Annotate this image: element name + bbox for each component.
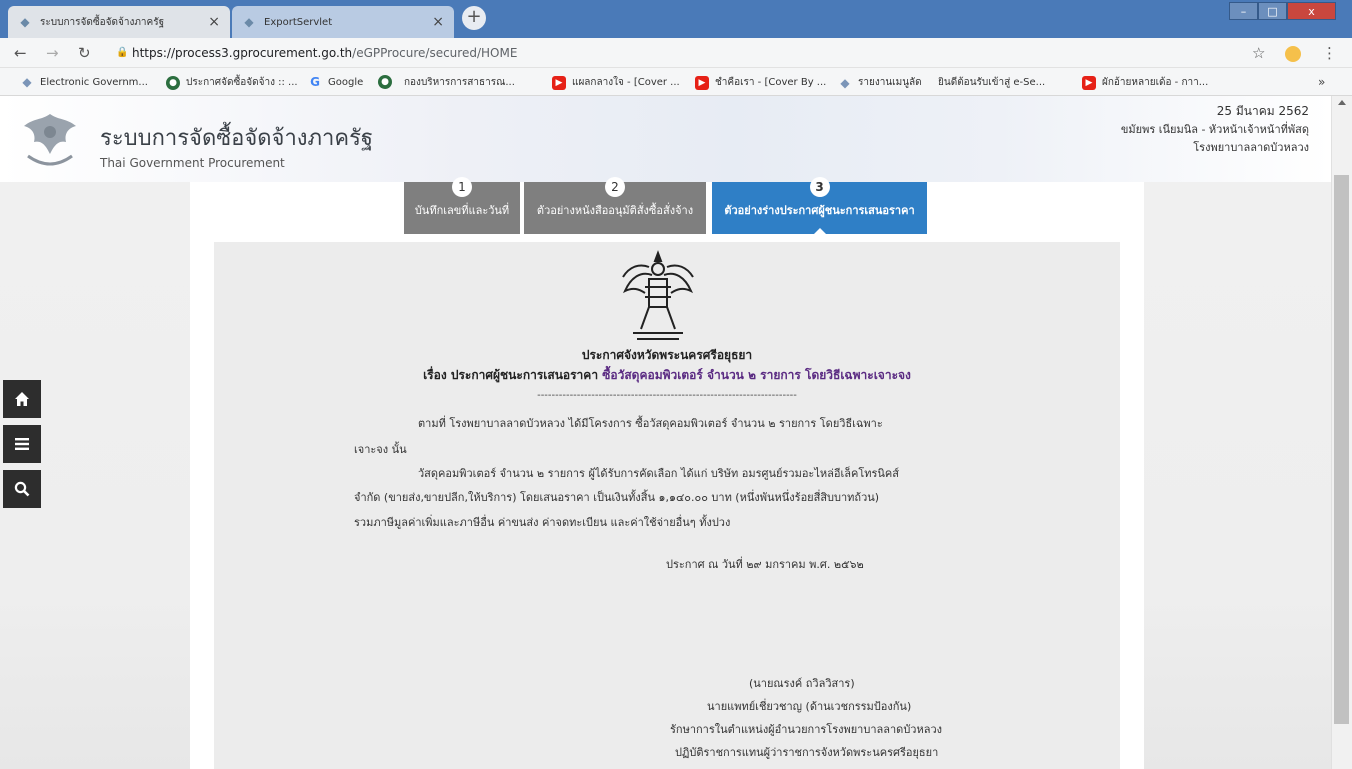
paragraph-1-line-2: เจาะจง นั้น [354, 443, 407, 456]
youtube-icon: ▶ [1082, 75, 1096, 90]
bookmark-item[interactable]: ▶ ผักอ้ายหลายเด้อ - กาา... [1082, 75, 1208, 90]
step-label: บันทึกเลขที่และวันที่ [414, 204, 510, 217]
site-title: ระบบการจัดซื้อจัดจ้างภาครัฐ [100, 126, 374, 151]
paragraph-2-line-2: จำกัด (ขายส่ง,ขายปลีก,ให้บริการ) โดยเสนอ… [354, 491, 880, 504]
document-title: ประกาศจังหวัดพระนครศรีอยุธยา [581, 348, 753, 362]
tab-title: ExportServlet [264, 16, 333, 28]
back-arrow-icon[interactable]: ← [14, 44, 27, 62]
address-bar: ← → ↻ 🔒 https://process3.gprocurement.go… [0, 38, 1352, 68]
signer-position-2: รักษาการในตำแหน่งผู้อำนวยการโรงพยาบาลลาด… [670, 723, 943, 736]
paragraph-2-line-1: วัสดุคอมพิวเตอร์ จำนวน ๒ รายการ ผู้ได้รั… [418, 467, 899, 480]
subject-prefix: เรื่อง ประกาศผู้ชนะการเสนอราคา [423, 368, 599, 382]
bookmark-label: ยินดีต้อนรับเข้าสู่ e-Se... [938, 77, 1046, 88]
search-button[interactable] [3, 470, 41, 508]
announce-date: ประกาศ ณ วันที่ ๒๙ มกราคม พ.ศ. ๒๕๖๒ [666, 558, 864, 571]
bookmark-item[interactable]: ▯กองบริหารการสาธารณ... [404, 75, 632, 331]
home-icon [15, 392, 29, 406]
home-button[interactable] [3, 380, 41, 418]
bookmark-label: ผักอ้ายหลายเด้อ - กาา... [1102, 77, 1209, 88]
lock-icon: 🔒 [116, 47, 129, 58]
header-org: โรงพยาบาลลาดบัวหลวง [1193, 141, 1309, 154]
site-subtitle: Thai Government Procurement [100, 156, 285, 170]
step-number: 1 [452, 177, 472, 197]
bookmark-item[interactable]: ◆ Electronic Governm... [20, 75, 148, 89]
gov-seal-icon: ● [166, 75, 180, 90]
youtube-icon: ▶ [552, 75, 566, 90]
reload-icon[interactable]: ↻ [78, 44, 91, 62]
subject-highlight: ซื้อวัสดุคอมพิวเตอร์ จำนวน ๒ รายการ โดยว… [602, 368, 911, 382]
scrollbar-thumb[interactable] [1334, 175, 1349, 724]
bookmark-item[interactable]: ● [378, 75, 398, 89]
bookmark-item[interactable]: ◆ รายงานเมนูลัด [838, 75, 922, 90]
browser-tab-active[interactable]: ◆ ระบบการจัดซื้อจัดจ้างภาครัฐ × [8, 6, 230, 38]
step-label: ตัวอย่างร่างประกาศผู้ชนะการเสนอราคา [724, 204, 915, 217]
profile-avatar[interactable] [1285, 46, 1301, 62]
bookmark-star-icon[interactable]: ☆ [1252, 44, 1265, 62]
google-icon: G [310, 75, 320, 89]
header-user: ขมัยพร เนียมนิล - หัวหน้าเจ้าหน้าที่พัสด… [1120, 123, 1309, 136]
step-2-button[interactable]: 2 ตัวอย่างหนังสืออนุมัติสั่งซื้อสั่งจ้าง [524, 177, 706, 234]
signer-position-1: นายแพทย์เชี่ยวชาญ (ด้านเวชกรรมป้องกัน) [707, 700, 912, 713]
tab-title: ระบบการจัดซื้อจัดจ้างภาครัฐ [40, 16, 165, 28]
paragraph-1-line-1: ตามที่ โรงพยาบาลลาดบัวหลวง ได้มีโครงการ … [418, 417, 883, 430]
window-close-button[interactable]: x [1287, 2, 1336, 20]
bookmark-label: กองบริหารการสาธารณ... [404, 77, 515, 88]
paragraph-2-line-3: รวมภาษีมูลค่าเพิ่มและภาษีอื่น ค่าขนส่ง ค… [354, 516, 731, 529]
announcement-document: ประกาศจังหวัดพระนครศรีอยุธยา เรื่อง ประก… [214, 242, 1120, 769]
browser-tab-bar: ◆ ระบบการจัดซื้อจัดจ้างภาครัฐ × ◆ Export… [0, 0, 1352, 38]
more-bookmarks-button[interactable]: » [1318, 75, 1325, 89]
bookmark-item[interactable]: ● ประกาศจัดซื้อจัดจ้าง :: ... [166, 75, 298, 90]
bookmark-item[interactable]: G Google [308, 75, 363, 89]
youtube-icon: ▶ [695, 75, 709, 90]
search-icon [14, 481, 30, 497]
site-header: ระบบการจัดซื้อจัดจ้างภาครัฐ Thai Governm… [0, 96, 1331, 182]
menu-icon [15, 438, 29, 450]
egp-icon: ◆ [22, 75, 32, 89]
egp-icon: ◆ [244, 15, 254, 29]
signer-position-3: ปฏิบัติราชการแทนผู้ว่าราชการจังหวัดพระนค… [675, 746, 939, 759]
bookmark-item[interactable]: ▶ แผลกลางใจ - [Cover ... [552, 75, 680, 90]
bookmark-item[interactable]: ▯ยินดีต้อนรับเข้าสู่ e-Se... [938, 75, 1166, 331]
bookmark-label: แผลกลางใจ - [Cover ... [572, 77, 680, 88]
garuda-emblem-icon [622, 250, 694, 340]
menu-button[interactable] [3, 425, 41, 463]
close-tab-icon[interactable]: × [432, 14, 444, 30]
bookmark-label: Electronic Governm... [40, 76, 148, 88]
step-number: 3 [809, 177, 830, 197]
bookmark-label: รายงานเมนูลัด [858, 77, 922, 88]
url-path: /eGPProcure/secured/HOME [352, 46, 518, 60]
new-tab-button[interactable]: + [462, 6, 486, 30]
separator-line: ----------------------------------------… [537, 390, 797, 401]
document-subject: เรื่อง ประกาศผู้ชนะการเสนอราคา ซื้อวัสดุ… [214, 366, 1120, 385]
bookmark-label: ประกาศจัดซื้อจัดจ้าง :: ... [186, 77, 298, 88]
step-label: ตัวอย่างหนังสืออนุมัติสั่งซื้อสั่งจ้าง [536, 204, 694, 217]
bookmarks-bar: ◆ Electronic Governm... ● ประกาศจัดซื้อจัด… [0, 68, 1352, 331]
page-scrollbar[interactable] [1331, 96, 1352, 769]
forward-arrow-icon[interactable]: → [46, 44, 59, 62]
url-field[interactable]: 🔒 https://process3.gprocurement.go.th/eG… [112, 42, 1277, 64]
signer-name: (นายณรงค์ ถวิลวิสาร) [749, 677, 855, 690]
bookmark-label: Google [328, 76, 364, 88]
browser-menu-icon[interactable]: ⋮ [1322, 44, 1337, 62]
procurement-logo-icon [24, 114, 76, 166]
egp-icon: ◆ [840, 75, 850, 90]
scroll-up-arrow-icon[interactable] [1338, 100, 1346, 105]
close-tab-icon[interactable]: × [208, 14, 220, 30]
step-1-button[interactable]: 1 บันทึกเลขที่และวันที่ [404, 177, 520, 234]
minimize-button[interactable]: – [1229, 2, 1258, 20]
gov-seal-icon: ● [378, 75, 392, 89]
header-date: 25 มีนาคม 2562 [1216, 104, 1309, 118]
bookmark-label: ชำคือเรา - [Cover By ... [715, 77, 827, 88]
url-host: https://process3.gprocurement.go.th [132, 46, 353, 60]
egp-icon: ◆ [20, 15, 30, 29]
right-decoration [1144, 182, 1331, 769]
maximize-button[interactable]: □ [1258, 2, 1287, 20]
step-number: 2 [605, 177, 625, 197]
step-3-button[interactable]: 3 ตัวอย่างร่างประกาศผู้ชนะการเสนอราคา [712, 177, 927, 235]
browser-tab-exportservlet[interactable]: ◆ ExportServlet × [232, 6, 454, 38]
bookmark-item[interactable]: ▶ ชำคือเรา - [Cover By ... [695, 75, 826, 90]
